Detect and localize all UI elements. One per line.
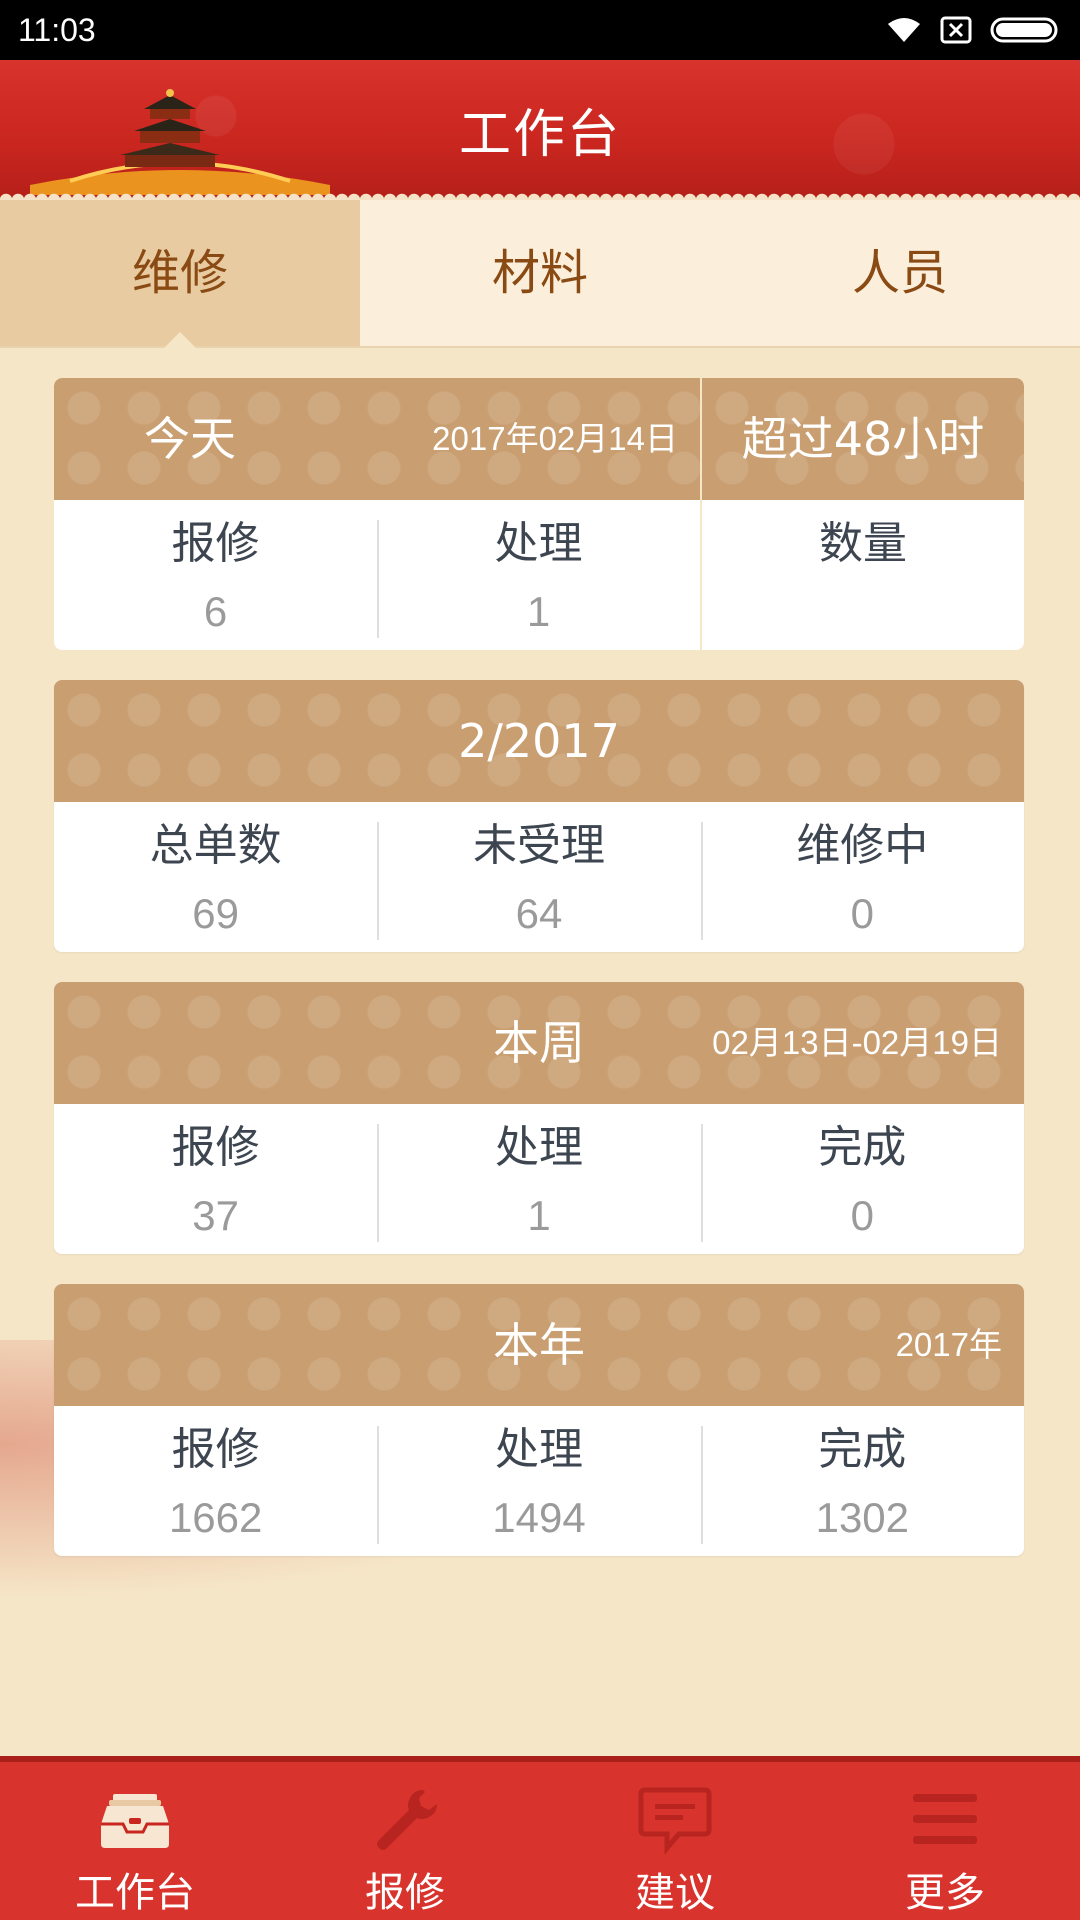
month-stats: 总单数 69 未受理 64 维修中 0 — [54, 802, 1024, 952]
stat-value: 37 — [192, 1192, 240, 1239]
wrench-icon — [377, 1790, 437, 1850]
today-panel[interactable]: 今天 2017年02月14日 报修 6 处理 1 — [54, 378, 700, 650]
stat-value: 64 — [515, 890, 563, 937]
stat-cell: 报修 37 — [54, 1104, 377, 1254]
year-stats: 报修 1662 处理 1494 完成 1302 — [54, 1406, 1024, 1556]
overdue-title: 超过48小时 — [741, 412, 985, 466]
today-title: 今天 — [144, 412, 236, 466]
month-header: 2/2017 — [54, 680, 1024, 802]
nav-label: 更多 — [905, 1870, 985, 1916]
tab-staff[interactable]: 人员 — [720, 200, 1080, 346]
status-bar: 11:03 — [0, 0, 1080, 60]
stat-cell: 处理 1 — [377, 500, 700, 650]
month-title: 2/2017 — [458, 714, 620, 768]
stat-cell: 处理 1 — [377, 1104, 700, 1254]
stat-value: 1 — [527, 1192, 551, 1239]
nav-more[interactable]: 更多 — [810, 1762, 1080, 1920]
page-title: 工作台 — [458, 105, 621, 165]
status-icons — [886, 14, 1062, 46]
stat-cell: 未受理 64 — [377, 802, 700, 952]
stat-cell: 完成 0 — [700, 1104, 1024, 1254]
stat-cell: 报修 1662 — [54, 1406, 377, 1556]
bottom-nav: 工作台 报修 建议 更多 — [0, 1756, 1080, 1920]
stat-cell: 维修中 0 — [700, 802, 1024, 952]
overdue-header: 超过48小时 — [702, 378, 1024, 500]
stat-cell: 处理 1494 — [377, 1406, 700, 1556]
wifi-icon — [886, 16, 922, 44]
header-scallop-edge — [0, 188, 1080, 200]
stat-cell: 数量 — [702, 500, 1024, 650]
battery-icon — [990, 16, 1062, 44]
stat-label: 报修 — [171, 1424, 260, 1475]
nav-workbench[interactable]: 工作台 — [0, 1762, 270, 1920]
year-header: 本年 2017年 — [54, 1284, 1024, 1406]
stat-cell: 报修 6 — [54, 500, 377, 650]
today-card: 今天 2017年02月14日 报修 6 处理 1 超过48小时 数量 — [54, 378, 1024, 650]
overdue-stats: 数量 — [702, 500, 1024, 650]
week-stats: 报修 37 处理 1 完成 0 — [54, 1104, 1024, 1254]
today-header: 今天 2017年02月14日 — [54, 378, 700, 500]
nav-label: 报修 — [365, 1870, 445, 1916]
inbox-tray-icon — [101, 1794, 169, 1848]
stat-label: 报修 — [171, 518, 260, 569]
category-tabs: 维修 材料 人员 — [0, 200, 1080, 348]
overdue-panel[interactable]: 超过48小时 数量 — [702, 378, 1024, 650]
stat-cell: 完成 1302 — [700, 1406, 1024, 1556]
week-card[interactable]: 本周 02月13日-02月19日 报修 37 处理 1 完成 0 — [54, 982, 1024, 1254]
stat-value: 1302 — [815, 1494, 910, 1541]
stat-label: 报修 — [171, 1122, 260, 1173]
nav-label: 建议 — [635, 1870, 715, 1916]
stat-label: 未受理 — [472, 820, 605, 871]
tab-repair[interactable]: 维修 — [0, 200, 360, 348]
stat-label: 总单数 — [149, 820, 282, 871]
stat-label: 处理 — [494, 518, 583, 569]
stat-value: 6 — [203, 588, 228, 635]
stat-label: 数量 — [819, 518, 907, 569]
chat-bubble-icon — [638, 1787, 712, 1854]
stat-label: 处理 — [494, 1122, 583, 1173]
week-header: 本周 02月13日-02月19日 — [54, 982, 1024, 1104]
nav-label: 工作台 — [75, 1870, 195, 1916]
year-card[interactable]: 本年 2017年 报修 1662 处理 1494 完成 1302 — [54, 1284, 1024, 1556]
stat-label: 处理 — [494, 1424, 583, 1475]
month-card[interactable]: 2/2017 总单数 69 未受理 64 维修中 0 — [54, 680, 1024, 952]
stat-label: 完成 — [818, 1424, 907, 1475]
today-date: 2017年02月14日 — [432, 420, 678, 457]
stats-cards: 今天 2017年02月14日 报修 6 处理 1 超过48小时 数量 2/201… — [54, 378, 1024, 1586]
stat-value: 1662 — [168, 1494, 263, 1541]
nav-repair[interactable]: 报修 — [270, 1762, 540, 1920]
year-label: 2017年 — [895, 1326, 1002, 1363]
stat-value: 0 — [850, 890, 874, 937]
app-header: 工作台 — [0, 60, 1080, 200]
stat-value: 69 — [192, 890, 240, 937]
no-sim-icon — [940, 16, 972, 44]
menu-icon — [913, 1794, 977, 1844]
tab-materials[interactable]: 材料 — [360, 200, 720, 346]
stat-value: 0 — [850, 1192, 874, 1239]
stat-cell: 总单数 69 — [54, 802, 377, 952]
nav-suggestion[interactable]: 建议 — [540, 1762, 810, 1920]
today-stats: 报修 6 处理 1 — [54, 500, 700, 650]
stat-value: 1494 — [492, 1494, 586, 1541]
stat-value: 1 — [526, 588, 551, 635]
stat-label: 完成 — [818, 1122, 907, 1173]
stat-label: 维修中 — [796, 820, 929, 871]
year-title: 本年 — [493, 1318, 585, 1372]
week-range: 02月13日-02月19日 — [712, 1024, 1002, 1061]
status-time: 11:03 — [18, 12, 96, 48]
